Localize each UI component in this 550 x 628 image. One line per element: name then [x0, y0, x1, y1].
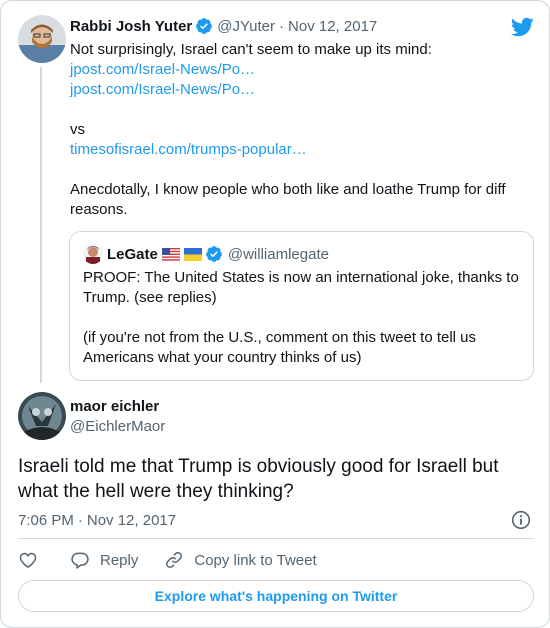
timestamp-separator: ·: [77, 511, 83, 529]
main-author-name[interactable]: maor eichler: [70, 398, 159, 415]
main-author-handle[interactable]: @EichlerMaor: [70, 418, 165, 435]
tweet-text-line: vs: [70, 121, 85, 138]
ukraine-flag-icon: [183, 247, 202, 261]
parent-author-name[interactable]: Rabbi Josh Yuter: [70, 18, 192, 35]
main-tweet-text: Israeli told me that Trump is obviously …: [18, 454, 538, 504]
quoted-author-handle: @williamlegate: [227, 245, 329, 263]
quoted-tweet[interactable]: LeGate @williamlegate PROOF: The United …: [69, 231, 534, 381]
parent-tweet-text: Not surprisingly, Israel can't seem to m…: [70, 40, 525, 220]
like-button[interactable]: [18, 550, 38, 570]
link-icon: [166, 552, 183, 568]
parent-author-avatar[interactable]: [18, 15, 66, 63]
copy-link-label: Copy link to Tweet: [194, 551, 317, 569]
quoted-author-avatar: [83, 244, 103, 264]
header-separator: ·: [279, 17, 285, 35]
us-flag-icon: [161, 247, 181, 261]
quoted-text-line: Americans what your country thinks of us…: [83, 349, 362, 366]
tweet-text-line: Not surprisingly, Israel can't seem to m…: [70, 41, 432, 58]
heart-icon: [19, 552, 37, 568]
quoted-tweet-header: LeGate @williamlegate: [83, 244, 329, 264]
parent-tweet-header: Rabbi Josh Yuter @JYuter · Nov 12, 2017: [70, 16, 377, 36]
tweet-text-line: reasons.: [70, 201, 128, 218]
tweet-link[interactable]: timesofisrael.com/trumps-popular…: [70, 140, 525, 160]
tweet-link[interactable]: jpost.com/Israel-News/Po…: [70, 80, 525, 100]
main-author-avatar[interactable]: [18, 392, 66, 440]
quoted-tweet-text: PROOF: The United States is now an inter…: [83, 268, 523, 368]
tweet-link[interactable]: jpost.com/Israel-News/Po…: [70, 60, 525, 80]
explore-twitter-button[interactable]: Explore what's happening on Twitter: [18, 580, 534, 612]
copy-link-button[interactable]: Copy link to Tweet: [164, 550, 317, 570]
tweet-date: Nov 12, 2017: [86, 511, 177, 529]
reply-label: Reply: [100, 551, 139, 569]
parent-author-handle[interactable]: @JYuter: [217, 18, 275, 35]
twitter-bird-icon[interactable]: [510, 15, 534, 39]
thread-connector-line: [40, 67, 42, 383]
tweet-timestamp[interactable]: 7:06 PM · Nov 12, 2017: [18, 510, 176, 530]
verified-badge-icon: [195, 17, 213, 35]
info-icon[interactable]: [511, 510, 531, 530]
main-text-line: what the hell were they thinking?: [18, 481, 294, 502]
tweet-embed-card: Rabbi Josh Yuter @JYuter · Nov 12, 2017 …: [0, 0, 550, 628]
verified-badge-icon: [205, 245, 223, 263]
tweet-time: 7:06 PM: [18, 511, 74, 529]
reply-button[interactable]: Reply: [70, 550, 138, 570]
quoted-author-name: LeGate: [107, 245, 158, 263]
tweet-text-line: Anecdotally, I know people who both like…: [70, 181, 506, 198]
parent-tweet-date[interactable]: Nov 12, 2017: [288, 18, 377, 35]
divider: [18, 538, 534, 539]
main-text-line: Israeli told me that Trump is obviously …: [18, 456, 499, 477]
quoted-text-line: Trump. (see replies): [83, 289, 217, 306]
quoted-text-line: (if you're not from the U.S., comment on…: [83, 329, 477, 346]
quoted-text-line: PROOF: The United States is now an inter…: [83, 269, 519, 286]
reply-icon: [71, 552, 89, 569]
tweet-actions: Reply Copy link to Tweet: [18, 549, 317, 571]
